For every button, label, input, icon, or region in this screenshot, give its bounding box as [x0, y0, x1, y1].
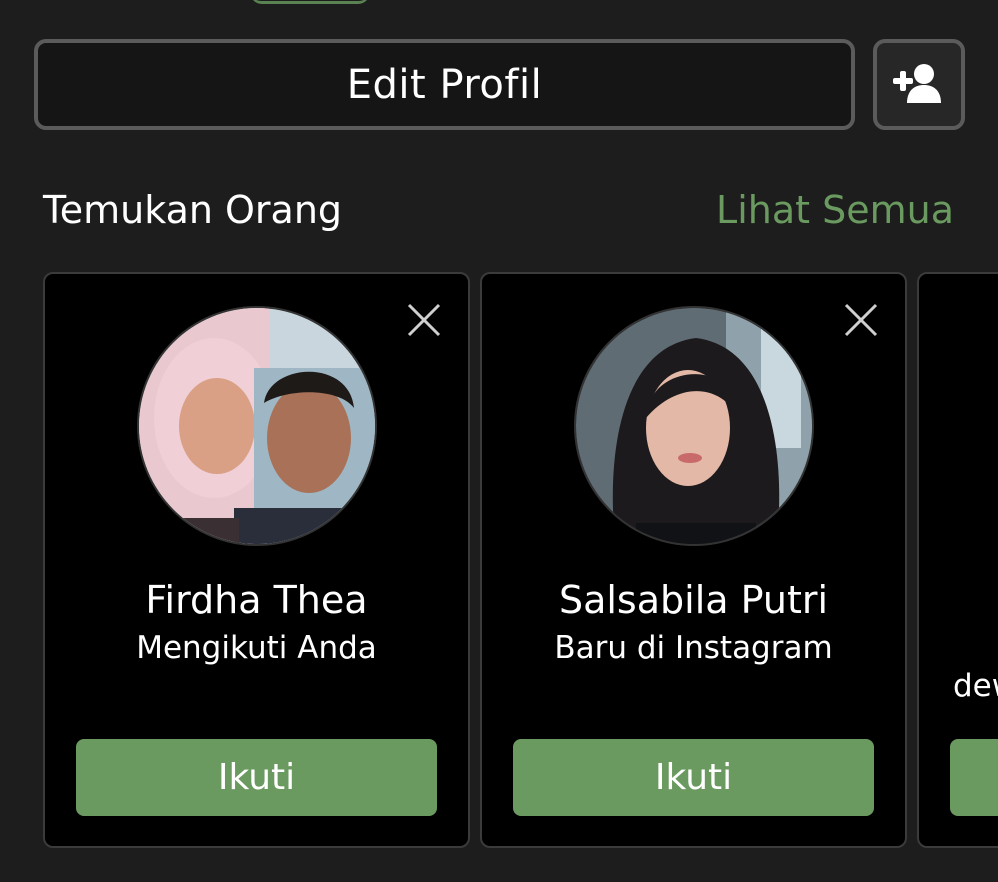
suggestion-status: Mengikuti Anda: [136, 630, 377, 666]
follow-button[interactable]: [950, 739, 998, 816]
close-icon[interactable]: [406, 302, 442, 338]
suggestion-name: Firdha Thea: [145, 578, 368, 622]
suggestion-status: Baru di Instagram: [554, 630, 833, 666]
edit-profile-button[interactable]: Edit Profil: [34, 39, 855, 130]
add-person-icon: [893, 63, 945, 107]
suggestion-name: Salsabila Putri: [558, 578, 829, 622]
section-title: Temukan Orang: [43, 188, 343, 232]
avatar[interactable]: [137, 306, 377, 546]
suggestion-card[interactable]: dew: [917, 272, 998, 848]
suggestion-card[interactable]: Salsabila Putri Baru di Instagram Ikuti: [480, 272, 907, 848]
suggestion-card[interactable]: Firdha Thea Mengikuti Anda Ikuti: [43, 272, 470, 848]
top-partial-text: [250, 0, 370, 4]
suggestion-status: dew: [953, 668, 998, 704]
see-all-link[interactable]: Lihat Semua: [716, 188, 954, 232]
discover-people-button[interactable]: [873, 39, 965, 130]
follow-button[interactable]: Ikuti: [76, 739, 437, 816]
follow-button[interactable]: Ikuti: [513, 739, 874, 816]
avatar[interactable]: [574, 306, 814, 546]
close-icon[interactable]: [843, 302, 879, 338]
